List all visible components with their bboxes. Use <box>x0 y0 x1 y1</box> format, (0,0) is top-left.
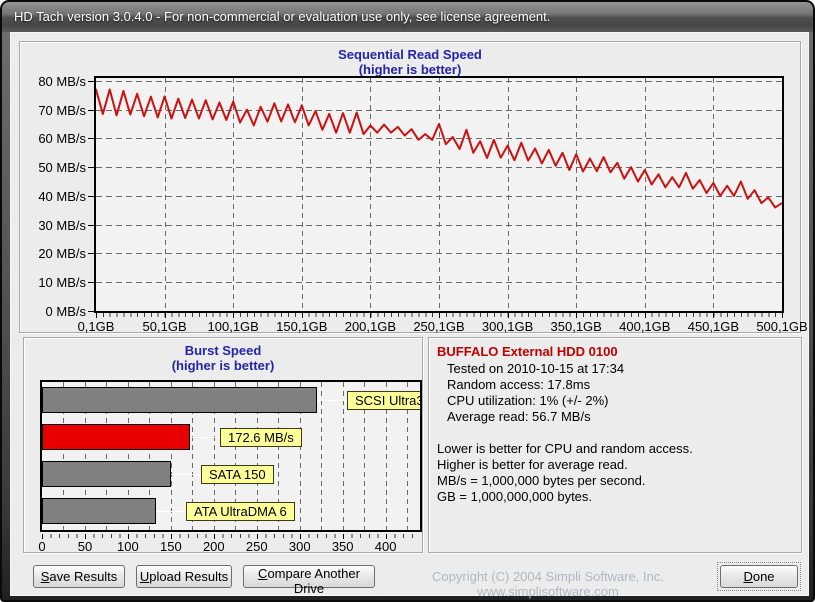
seq-y-tick-label: 50 MB/s <box>24 160 86 175</box>
seq-x-tick-label: 300,1GB <box>476 319 540 334</box>
drive-info-text: BUFFALO External HDD 0100 Tested on 2010… <box>437 344 795 505</box>
seq-y-tick-mark <box>88 110 96 111</box>
burst-chart-title: Burst Speed <box>24 343 422 358</box>
burst-speed-panel: Burst Speed (higher is better) SCSI Ultr… <box>23 337 423 553</box>
burst-bar-leader <box>317 400 347 401</box>
seq-y-tick-label: 70 MB/s <box>24 103 86 118</box>
info-note-line: Lower is better for CPU and random acces… <box>437 441 795 457</box>
seq-x-tick-mark <box>782 313 783 318</box>
burst-bar-label: 172.6 MB/s <box>220 428 302 447</box>
drive-stat-line: Average read: 56.7 MB/s <box>437 409 795 425</box>
sequential-read-line <box>96 90 782 208</box>
seq-chart-title: Sequential Read Speed <box>20 47 800 62</box>
burst-vgridline-350 <box>343 382 344 530</box>
seq-x-tick-label: 250,1GB <box>407 319 471 334</box>
seq-y-tick-label: 0 MB/s <box>24 304 86 319</box>
seq-y-tick-mark <box>88 225 96 226</box>
compare-another-drive-button[interactable]: Compare Another Drive <box>243 565 375 588</box>
done-button-focus-ring: Done <box>717 562 801 591</box>
seq-y-tick-mark <box>88 81 96 82</box>
burst-bar-label: ATA UltraDMA 6 <box>186 502 295 521</box>
seq-x-tick-mark <box>233 313 234 318</box>
seq-x-tick-mark <box>96 313 97 318</box>
seq-y-tick-label: 60 MB/s <box>24 131 86 146</box>
burst-bar-leader <box>190 437 220 438</box>
seq-x-tick-mark <box>645 313 646 318</box>
burst-chart-subtitle: (higher is better) <box>24 358 422 373</box>
seq-y-tick-mark <box>88 253 96 254</box>
drive-name: BUFFALO External HDD 0100 <box>437 344 795 360</box>
drive-info-panel: BUFFALO External HDD 0100 Tested on 2010… <box>428 337 802 553</box>
seq-y-tick-mark <box>88 282 96 283</box>
burst-bar-leader <box>156 511 186 512</box>
sequential-read-chart <box>94 76 784 313</box>
seq-x-tick-mark <box>508 313 509 318</box>
drive-stat-line: Random access: 17.8ms <box>437 377 795 393</box>
seq-x-tick-mark <box>165 313 166 318</box>
seq-chart-subtitle: (higher is better) <box>20 62 800 77</box>
accelerator-letter: D <box>743 569 752 584</box>
seq-y-tick-label: 20 MB/s <box>24 246 86 261</box>
burst-x-tick-label: 400 <box>354 539 418 554</box>
drive-stat-line: CPU utilization: 1% (+/- 2%) <box>437 393 795 409</box>
seq-y-tick-label: 10 MB/s <box>24 275 86 290</box>
burst-bar-2 <box>42 424 190 450</box>
seq-x-tick-label: 500,1GB <box>750 319 814 334</box>
seq-x-tick-label: 450,1GB <box>681 319 745 334</box>
burst-vgridline-325 <box>321 382 322 530</box>
burst-bar-label: SATA 150 <box>201 465 274 484</box>
seq-x-tick-label: 0,1GB <box>64 319 128 334</box>
seq-x-tick-mark <box>302 313 303 318</box>
accelerator-letter: U <box>140 569 149 584</box>
accelerator-letter: S <box>41 569 50 584</box>
burst-bar-4 <box>42 498 156 524</box>
burst-bar-3 <box>42 461 171 487</box>
seq-x-tick-mark <box>713 313 714 318</box>
info-notes: Lower is better for CPU and random acces… <box>437 441 795 505</box>
window-title: HD Tach version 3.0.4.0 - For non-commer… <box>14 9 550 24</box>
info-note-line: MB/s = 1,000,000 bytes per second. <box>437 473 795 489</box>
drive-stat-line: Tested on 2010-10-15 at 17:34 <box>437 361 795 377</box>
sequential-read-panel: Sequential Read Speed (higher is better)… <box>19 41 801 333</box>
save-results-button[interactable]: Save Results <box>33 565 125 588</box>
burst-bar-1 <box>42 387 317 413</box>
info-spacer <box>437 425 795 441</box>
drive-stats: Tested on 2010-10-15 at 17:34Random acce… <box>437 361 795 425</box>
seq-y-tick-label: 40 MB/s <box>24 189 86 204</box>
seq-x-tick-mark <box>576 313 577 318</box>
window-titlebar[interactable]: HD Tach version 3.0.4.0 - For non-commer… <box>2 2 813 32</box>
accelerator-letter: C <box>258 566 267 581</box>
seq-y-tick-label: 30 MB/s <box>24 218 86 233</box>
seq-y-tick-mark <box>88 167 96 168</box>
seq-y-tick-mark <box>88 196 96 197</box>
seq-x-tick-label: 150,1GB <box>270 319 334 334</box>
burst-speed-chart: SCSI Ultra320 172.6 MB/s SATA 150 ATA Ultra… <box>40 380 422 532</box>
seq-y-tick-mark <box>88 311 96 312</box>
seq-x-tick-label: 350,1GB <box>544 319 608 334</box>
app-window: HD Tach version 3.0.4.0 - For non-commer… <box>0 0 815 602</box>
done-button[interactable]: Done <box>720 565 798 588</box>
copyright-text: Copyright (C) 2004 Simpli Software, Inc.… <box>383 569 713 599</box>
burst-bar-label: SCSI Ultra320 <box>347 391 422 410</box>
seq-x-tick-label: 200,1GB <box>338 319 402 334</box>
seq-x-tick-label: 100,1GB <box>201 319 265 334</box>
burst-bar-leader <box>171 474 201 475</box>
upload-results-button[interactable]: Upload Results <box>136 565 232 588</box>
seq-x-tick-label: 400,1GB <box>613 319 677 334</box>
seq-x-tick-mark <box>439 313 440 318</box>
info-note-line: Higher is better for average read. <box>437 457 795 473</box>
client-area: Sequential Read Speed (higher is better)… <box>10 32 809 596</box>
seq-y-tick-mark <box>88 138 96 139</box>
info-note-line: GB = 1,000,000,000 bytes. <box>437 489 795 505</box>
burst-x-minor-ticks <box>42 534 420 538</box>
sequential-read-line-svg <box>96 78 782 311</box>
seq-y-tick-label: 80 MB/s <box>24 74 86 89</box>
seq-x-tick-mark <box>370 313 371 318</box>
seq-x-tick-label: 50,1GB <box>133 319 197 334</box>
